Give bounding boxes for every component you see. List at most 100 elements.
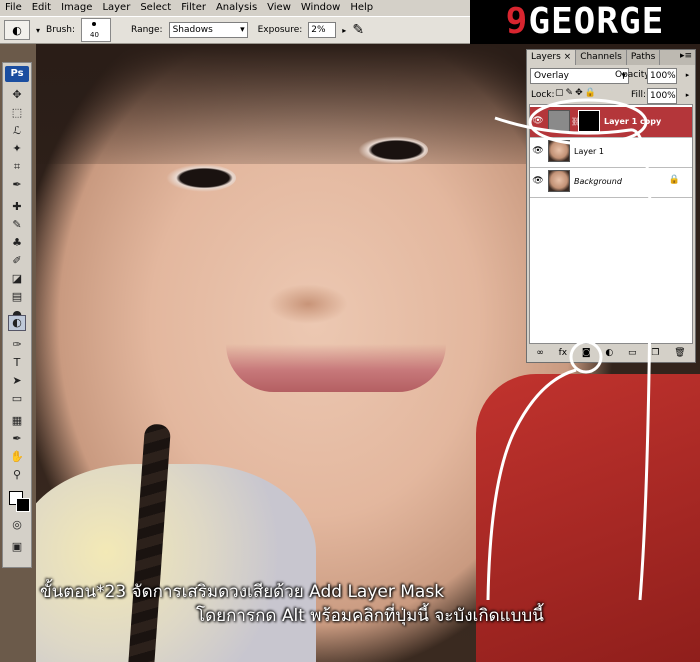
layer-name: Layer 1 copy <box>604 117 662 126</box>
panel-menu-icon[interactable]: ▸≡ <box>680 51 692 61</box>
opacity-chevron-icon[interactable]: ▸ <box>683 68 692 82</box>
layer-thumbnail <box>548 110 570 132</box>
brush-size: 40 <box>90 31 99 39</box>
adjustment-layer-icon[interactable]: ◐ <box>605 348 613 358</box>
exposure-input[interactable]: 2% <box>308 22 337 38</box>
visibility-eye-icon[interactable]: 👁 <box>532 145 544 157</box>
layer-thumbnail <box>548 170 570 192</box>
opacity-input[interactable]: 100% <box>647 68 677 84</box>
delete-layer-icon[interactable]: 🗑 <box>674 348 685 358</box>
tool-preset-picker[interactable]: ◐ <box>4 20 30 40</box>
new-group-icon[interactable]: ▭ <box>628 348 637 358</box>
lasso-tool-icon[interactable]: ℒ <box>8 123 26 139</box>
fill-input[interactable]: 100% <box>647 88 677 104</box>
layer-style-icon[interactable]: fx <box>559 348 568 358</box>
menu-filter[interactable]: Filter <box>176 0 211 16</box>
lock-all-icon[interactable]: 🔒 <box>585 88 598 98</box>
watermark-logo: 9GEORGE <box>470 0 700 44</box>
photo-shirt <box>36 464 316 662</box>
eyedropper-sample-icon[interactable]: ✒ <box>8 431 26 447</box>
brush-tool-icon[interactable]: ✎ <box>8 217 26 233</box>
lock-image-icon[interactable]: ✎ <box>566 88 576 98</box>
marquee-tool-icon[interactable]: ⬚ <box>8 105 26 121</box>
fill-label: Fill: <box>631 90 647 100</box>
range-label: Range: <box>131 25 163 35</box>
link-layers-icon[interactable]: ∞ <box>536 348 544 358</box>
visibility-eye-icon[interactable]: 👁 <box>532 115 544 127</box>
background-color[interactable] <box>16 498 30 512</box>
burn-tool-icon: ◐ <box>12 23 22 37</box>
layer-row-layer-1-copy[interactable]: 👁 ⛓ Layer 1 copy <box>530 107 692 138</box>
clone-stamp-icon[interactable]: ♣ <box>8 235 26 251</box>
photoshop-logo: Ps <box>5 66 29 82</box>
options-bar: ◐ ▾ Brush: 40 Range: Shadows Exposure: 2… <box>0 16 470 44</box>
path-selection-icon[interactable]: ➤ <box>8 373 26 389</box>
healing-brush-icon[interactable]: ✚ <box>8 199 26 215</box>
menu-analysis[interactable]: Analysis <box>211 0 262 16</box>
crop-tool-icon[interactable]: ⌗ <box>8 159 26 175</box>
notes-tool-icon[interactable]: ▦ <box>8 413 26 429</box>
menu-window[interactable]: Window <box>296 0 345 16</box>
eraser-tool-icon[interactable]: ◪ <box>8 271 26 287</box>
lock-label: Lock: <box>531 90 555 100</box>
move-tool-icon[interactable]: ✥ <box>8 87 26 103</box>
layer-name: Layer 1 <box>574 147 604 156</box>
toolbox: Ps ✥ ⬚ ℒ ✦ ⌗ ✒ ✚ ✎ ♣ ✐ ◪ ▤ ● ◐ ✑ T ➤ ▭ ▦… <box>2 62 32 568</box>
layer-name: Background <box>574 177 622 186</box>
exposure-label: Exposure: <box>257 25 303 35</box>
brush-picker[interactable]: 40 <box>81 18 112 42</box>
caption-line-2: โดยการกด Alt พร้อมคลิกที่ปุ่มนี้ จะบังเก… <box>196 606 544 626</box>
new-layer-icon[interactable]: ❐ <box>651 348 659 358</box>
layer-row-background[interactable]: 👁 Background 🔒 <box>530 167 692 198</box>
menu-select[interactable]: Select <box>135 0 176 16</box>
layer-mask-thumbnail[interactable] <box>578 110 600 132</box>
fill-chevron-icon[interactable]: ▸ <box>683 88 692 102</box>
quick-mask-icon[interactable]: ◎ <box>8 517 26 533</box>
airbrush-icon[interactable]: ✎ <box>352 22 364 38</box>
menu-file[interactable]: File <box>0 0 27 16</box>
menu-help[interactable]: Help <box>345 0 378 16</box>
history-brush-icon[interactable]: ✐ <box>8 253 26 269</box>
add-layer-mask-icon[interactable]: ◙ <box>582 348 591 358</box>
logo-text: GEORGE <box>528 1 665 42</box>
menu-layer[interactable]: Layer <box>97 0 135 16</box>
layers-list: 👁 ⛓ Layer 1 copy 👁 Layer 1 👁 Background … <box>529 104 693 344</box>
tab-paths[interactable]: Paths <box>627 50 661 65</box>
tab-layers[interactable]: Layers × <box>527 50 577 65</box>
photo-mouth <box>226 344 446 392</box>
lock-position-icon[interactable]: ✥ <box>575 88 585 98</box>
layer-lock-icon: 🔒 <box>668 175 680 185</box>
visibility-eye-icon[interactable]: 👁 <box>532 175 544 187</box>
menu-view[interactable]: View <box>262 0 296 16</box>
type-tool-icon[interactable]: T <box>8 355 26 371</box>
color-swatches[interactable] <box>9 491 30 512</box>
lock-options[interactable]: ▢✎✥🔒 <box>555 88 598 98</box>
magic-wand-icon[interactable]: ✦ <box>8 141 26 157</box>
brush-tip-icon <box>92 22 97 26</box>
panel-tabs: Layers × Channels Paths <box>527 50 695 65</box>
menu-image[interactable]: Image <box>56 0 97 16</box>
logo-prefix: 9 <box>505 1 529 42</box>
shape-tool-icon[interactable]: ▭ <box>8 391 26 407</box>
caption: ขั้นตอน*23 จัดการเสริมดวงเสียด้วย Add La… <box>0 580 700 628</box>
tab-channels[interactable]: Channels <box>576 50 627 65</box>
layers-panel: Layers × Channels Paths ▸≡ Overlay Opaci… <box>526 49 696 363</box>
photo-left-eye <box>166 164 236 192</box>
screen-mode-icon[interactable]: ▣ <box>8 539 26 555</box>
exposure-chevron-icon[interactable]: ▸ <box>342 26 346 35</box>
eyedropper-tool-icon[interactable]: ✒ <box>8 177 26 193</box>
zoom-tool-icon[interactable]: ⚲ <box>8 467 26 483</box>
layer-thumbnail <box>548 140 570 162</box>
range-select[interactable]: Shadows <box>168 22 248 38</box>
dodge-tool-icon[interactable]: ◐ <box>8 315 26 331</box>
pen-tool-icon[interactable]: ✑ <box>8 337 26 353</box>
photo-right-eye <box>358 136 428 164</box>
caption-line-1: ขั้นตอน*23 จัดการเสริมดวงเสียด้วย Add La… <box>40 582 445 602</box>
gradient-tool-icon[interactable]: ▤ <box>8 289 26 305</box>
photo-nose <box>268 284 348 324</box>
tool-preset-chevron-icon[interactable]: ▾ <box>36 26 40 35</box>
layer-row-layer-1[interactable]: 👁 Layer 1 <box>530 137 692 168</box>
hand-tool-icon[interactable]: ✋ <box>8 449 26 465</box>
menu-edit[interactable]: Edit <box>27 0 56 16</box>
lock-transparent-icon[interactable]: ▢ <box>555 88 566 98</box>
